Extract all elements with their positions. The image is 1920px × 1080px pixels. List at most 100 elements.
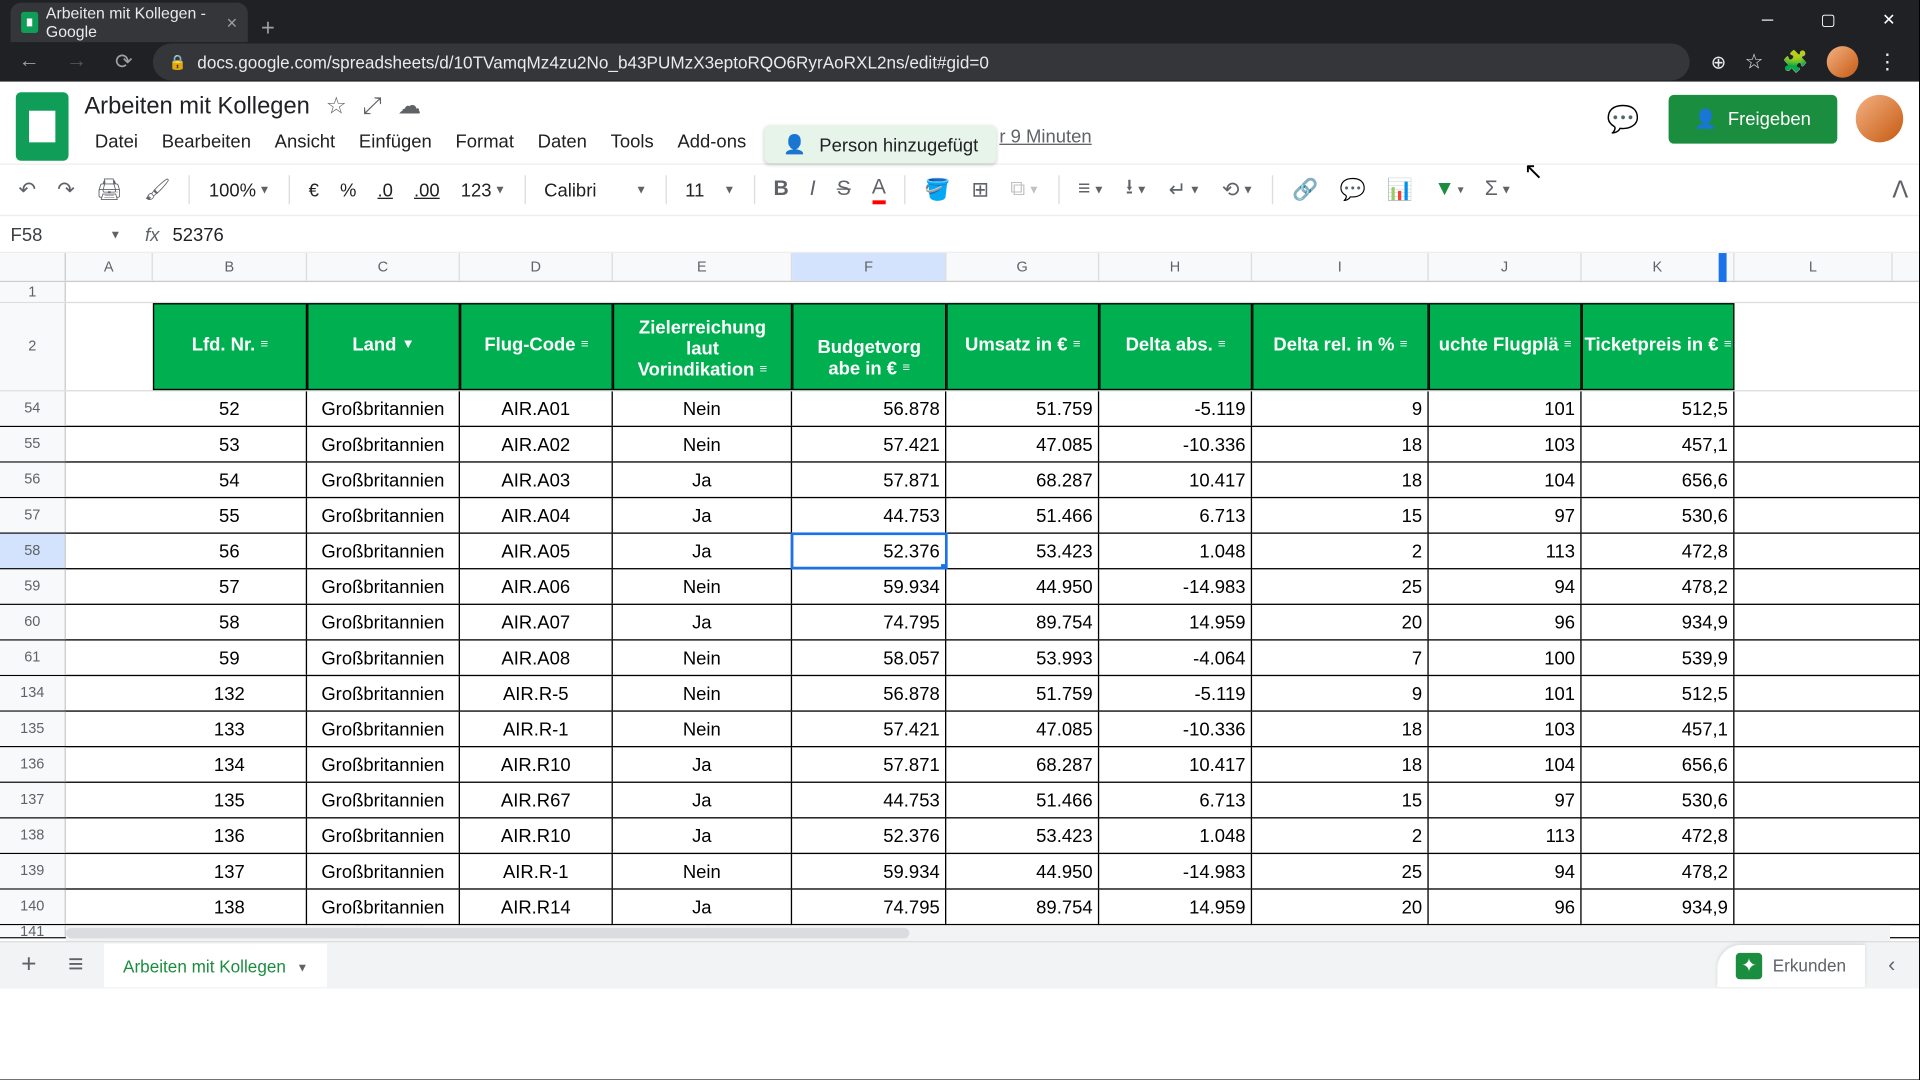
browser-tab[interactable]: Arbeiten mit Kollegen - Google × (11, 3, 248, 43)
cell[interactable] (66, 676, 153, 710)
cell[interactable] (66, 427, 153, 461)
borders-icon[interactable]: ⊞ (964, 171, 997, 208)
cell[interactable]: 7 (1252, 641, 1429, 675)
text-color-icon[interactable]: A (864, 171, 894, 209)
close-tab-icon[interactable]: × (226, 12, 237, 33)
cell[interactable]: 74.795 (792, 605, 946, 639)
cell[interactable] (66, 641, 153, 675)
cell[interactable]: -5.119 (1099, 391, 1252, 425)
row-header[interactable]: 58 (0, 534, 66, 568)
cell[interactable] (66, 783, 153, 817)
cell[interactable]: 94 (1429, 569, 1582, 603)
cell[interactable]: Großbritannien (307, 676, 460, 710)
cell[interactable]: 457,1 (1582, 427, 1735, 461)
cell[interactable]: 104 (1429, 747, 1582, 781)
cell[interactable]: 101 (1429, 391, 1582, 425)
cell[interactable]: 15 (1252, 783, 1429, 817)
column-header-I[interactable]: I (1252, 253, 1429, 281)
table-row[interactable]: 1 (0, 282, 1919, 303)
cell[interactable]: AIR.A01 (460, 391, 613, 425)
cell[interactable]: 134 (153, 747, 307, 781)
cell[interactable] (66, 569, 153, 603)
link-icon[interactable]: 🔗 (1284, 171, 1326, 208)
cell[interactable]: 103 (1429, 427, 1582, 461)
paint-format-icon[interactable]: 🖌 (136, 171, 179, 208)
all-sheets-icon[interactable]: ≡ (58, 950, 94, 980)
extensions-icon[interactable]: 🧩 (1782, 49, 1808, 75)
italic-icon[interactable]: I (802, 173, 824, 207)
cell[interactable]: 457,1 (1582, 712, 1735, 746)
cell[interactable]: 52.376 (792, 818, 946, 852)
cell[interactable]: 472,8 (1582, 818, 1735, 852)
cell[interactable]: 18 (1252, 712, 1429, 746)
column-header-G[interactable]: G (946, 253, 1099, 281)
cell[interactable]: AIR.R10 (460, 818, 613, 852)
cell[interactable]: Großbritannien (307, 890, 460, 924)
comment-history-icon[interactable]: 💬 (1597, 92, 1650, 145)
print-icon[interactable]: 🖨 (88, 171, 131, 208)
row-header[interactable]: 141 (0, 925, 66, 937)
cell[interactable]: 25 (1252, 569, 1429, 603)
cell[interactable]: 512,5 (1582, 391, 1735, 425)
chart-icon[interactable]: 📊 (1379, 171, 1421, 208)
cell[interactable]: Nein (613, 391, 792, 425)
cell[interactable]: 138 (153, 890, 307, 924)
cell[interactable]: 94 (1429, 854, 1582, 888)
cell[interactable]: 57 (153, 569, 307, 603)
cell[interactable]: -10.336 (1099, 712, 1252, 746)
cell[interactable]: 656,6 (1582, 463, 1735, 497)
table-header-row[interactable]: 2 Lfd. Nr. Land Flug-Code Zielerreichung… (0, 303, 1919, 391)
cell[interactable]: -14.983 (1099, 569, 1252, 603)
name-box[interactable]: F58▼ (0, 223, 132, 244)
table-row[interactable]: 136134GroßbritannienAIR.R10Ja57.87168.28… (0, 747, 1919, 783)
cell[interactable]: 51.466 (946, 498, 1099, 532)
cell[interactable]: 56.878 (792, 676, 946, 710)
cell[interactable]: 97 (1429, 498, 1582, 532)
cell[interactable]: 478,2 (1582, 569, 1735, 603)
cell[interactable]: 59.934 (792, 854, 946, 888)
number-format-dropdown[interactable]: 123▼ (453, 174, 514, 206)
cell[interactable]: Großbritannien (307, 534, 460, 568)
table-row[interactable]: 5654GroßbritannienAIR.A03Ja57.87168.2871… (0, 463, 1919, 499)
filter-icon[interactable] (581, 337, 589, 351)
filter-icon[interactable] (1218, 337, 1226, 351)
side-panel-toggle-icon[interactable]: ‹ (1875, 954, 1908, 978)
cloud-icon[interactable]: ☁ (398, 92, 422, 120)
cell[interactable]: AIR.A06 (460, 569, 613, 603)
increase-decimal-button[interactable]: .00 (406, 174, 447, 206)
h-align-icon[interactable]: ≡▼ (1070, 173, 1113, 207)
functions-icon[interactable]: Σ▼ (1477, 173, 1520, 207)
cell[interactable]: Ja (613, 783, 792, 817)
star-icon[interactable]: ☆ (326, 92, 347, 120)
cell[interactable]: 539,9 (1582, 641, 1735, 675)
cell[interactable] (66, 890, 153, 924)
cell[interactable]: AIR.A02 (460, 427, 613, 461)
menu-ansicht[interactable]: Ansicht (264, 125, 346, 163)
row-header[interactable]: 2 (0, 303, 66, 390)
table-row[interactable]: 138136GroßbritannienAIR.R10Ja52.37653.42… (0, 818, 1919, 854)
decrease-decimal-button[interactable]: .0 (370, 174, 401, 206)
cell[interactable]: 100 (1429, 641, 1582, 675)
cell[interactable]: AIR.A07 (460, 605, 613, 639)
currency-button[interactable]: € (301, 174, 327, 206)
cell[interactable]: 25 (1252, 854, 1429, 888)
cell[interactable]: -4.064 (1099, 641, 1252, 675)
minimize-icon[interactable]: ─ (1737, 0, 1798, 40)
strikethrough-icon[interactable]: S (829, 173, 859, 207)
cell[interactable]: 9 (1252, 391, 1429, 425)
wrap-icon[interactable]: ↵▼ (1161, 171, 1209, 208)
cell[interactable]: 59.934 (792, 569, 946, 603)
cell[interactable]: 530,6 (1582, 783, 1735, 817)
cell[interactable]: AIR.A04 (460, 498, 613, 532)
column-header-K[interactable]: K (1582, 253, 1735, 281)
cell[interactable]: Ja (613, 498, 792, 532)
cell[interactable]: 9 (1252, 676, 1429, 710)
cell[interactable]: 55 (153, 498, 307, 532)
cell[interactable]: Ja (613, 605, 792, 639)
cell[interactable]: 59 (153, 641, 307, 675)
cell[interactable]: 113 (1429, 818, 1582, 852)
row-header[interactable]: 135 (0, 712, 66, 746)
spreadsheet-grid[interactable]: ABCDEFGHIJKL 1 2 Lfd. Nr. Land Flug-Code… (0, 253, 1919, 988)
cell[interactable]: 934,9 (1582, 605, 1735, 639)
cell[interactable]: 74.795 (792, 890, 946, 924)
